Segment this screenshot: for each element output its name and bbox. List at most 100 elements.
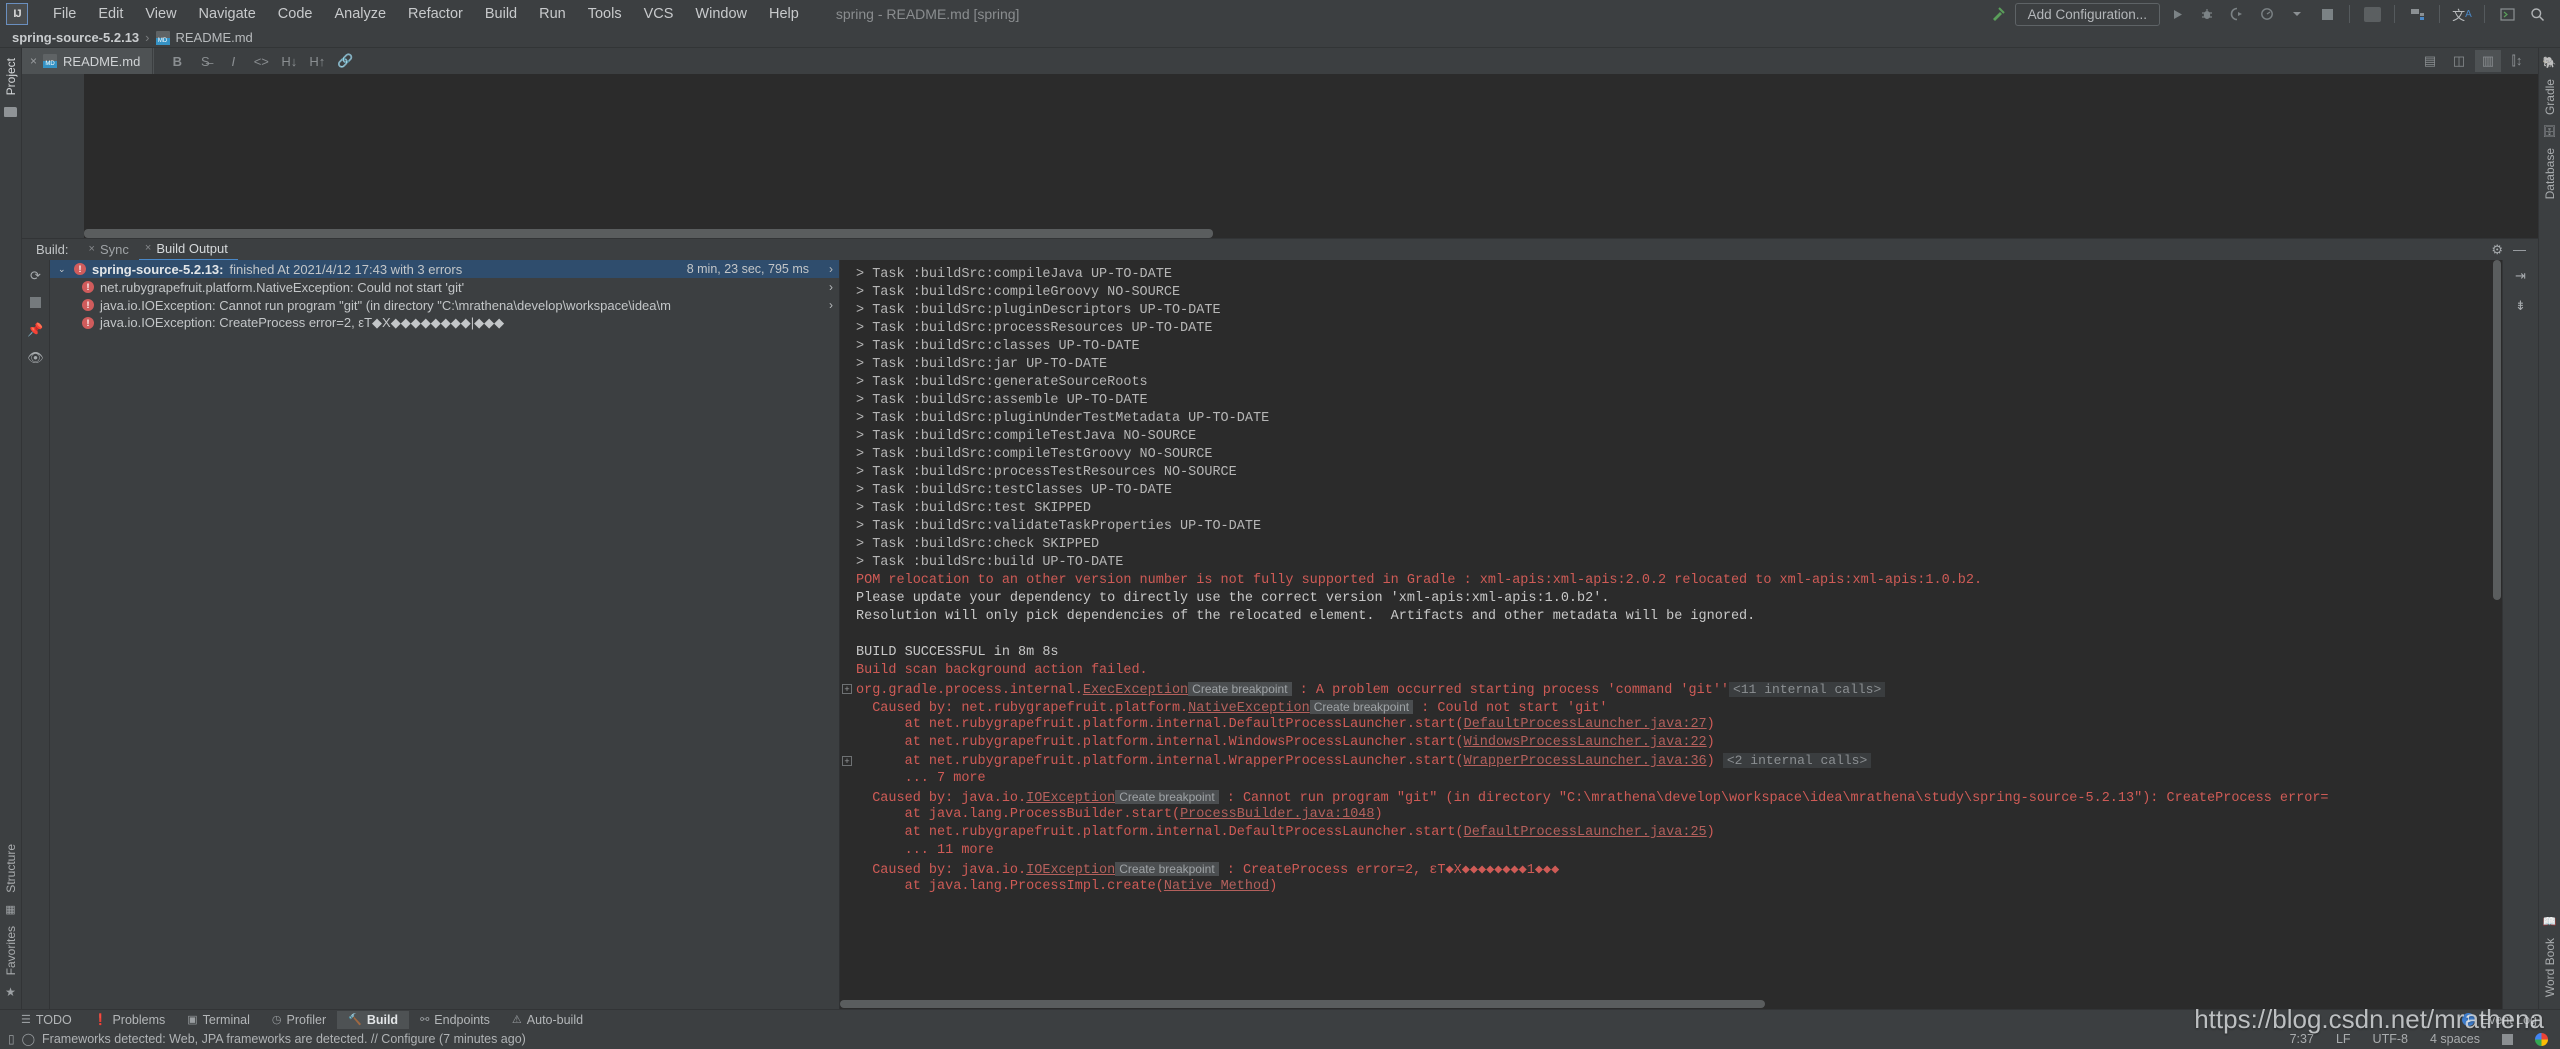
create-breakpoint-chip[interactable]: Create breakpoint <box>1115 862 1219 876</box>
console-vscrollbar-thumb[interactable] <box>2493 260 2501 600</box>
table-row[interactable]: ! java.io.IOException: Cannot run progra… <box>50 296 839 314</box>
internal-calls-chip[interactable]: <11 internal calls> <box>1729 682 1886 697</box>
stacktrace-link[interactable]: DefaultProcessLauncher.java:25 <box>1464 825 1707 840</box>
tool-button-event-log[interactable]: 1 Event Log <box>2451 1011 2548 1029</box>
gear-icon[interactable]: ⚙ <box>2491 243 2503 256</box>
project-structure-icon[interactable] <box>2404 2 2430 26</box>
bold-icon[interactable]: B <box>164 50 190 72</box>
tool-button-profiler[interactable]: ◷ Profiler <box>261 1011 337 1029</box>
tool-button-endpoints[interactable]: ⚯ Endpoints <box>409 1011 501 1029</box>
file-encoding[interactable]: UTF-8 <box>2373 1032 2408 1046</box>
menu-file[interactable]: File <box>42 4 87 24</box>
tool-button-problems[interactable]: ❗ Problems <box>83 1011 177 1029</box>
folder-icon[interactable] <box>4 107 17 118</box>
sidebar-item-favorites[interactable]: Favorites <box>2 920 20 981</box>
build-hammer-icon[interactable] <box>1985 2 2011 26</box>
stop-icon[interactable] <box>2314 2 2340 26</box>
sidebar-item-database[interactable]: Database <box>2541 142 2559 205</box>
menu-window[interactable]: Window <box>684 4 758 24</box>
fold-toggle-icon[interactable]: + <box>842 684 852 694</box>
editor-text-area[interactable] <box>84 74 2538 238</box>
stacktrace-link[interactable]: Native Method <box>1164 879 1269 894</box>
lock-icon[interactable] <box>2502 1033 2513 1045</box>
profiler-icon[interactable] <box>2254 2 2280 26</box>
chevron-down-icon[interactable] <box>2284 2 2310 26</box>
memory-icon[interactable]: ▯ <box>8 1032 15 1046</box>
fold-toggle-icon[interactable]: + <box>842 756 852 766</box>
add-configuration-button[interactable]: Add Configuration... <box>2014 2 2160 26</box>
google-icon[interactable] <box>2535 1032 2548 1046</box>
code-icon[interactable]: <> <box>248 50 274 72</box>
rerun-icon[interactable]: ⟳ <box>30 269 41 282</box>
menu-analyze[interactable]: Analyze <box>323 4 397 24</box>
stacktrace-link[interactable]: IOException <box>1026 863 1115 878</box>
line-separator[interactable]: LF <box>2336 1032 2351 1046</box>
build-output-console[interactable]: > Task :buildSrc:compileJava UP-TO-DATE >… <box>840 260 2502 1009</box>
table-row[interactable]: ⌄ ! spring-source-5.2.13: finished At 20… <box>50 260 839 278</box>
split-icon[interactable]: ⫿↕ <box>2504 50 2530 72</box>
soft-wrap-icon[interactable]: ⇥ <box>2515 268 2526 284</box>
stacktrace-link[interactable]: WrapperProcessLauncher.java:36 <box>1464 754 1707 769</box>
pin-icon[interactable]: 📌 <box>27 323 43 336</box>
menu-tools[interactable]: Tools <box>577 4 633 24</box>
editor-preview-icon[interactable]: ◫ <box>2446 50 2472 72</box>
close-icon[interactable]: × <box>89 243 95 255</box>
search-everywhere-icon[interactable] <box>2524 2 2550 26</box>
sidebar-item-structure[interactable]: Structure <box>2 838 20 899</box>
heading-down-icon[interactable]: H↓ <box>276 50 302 72</box>
table-row[interactable]: ! java.io.IOException: CreateProcess err… <box>50 314 839 332</box>
create-breakpoint-chip[interactable]: Create breakpoint <box>1309 700 1414 714</box>
indent-setting[interactable]: 4 spaces <box>2430 1032 2480 1046</box>
stacktrace-link[interactable]: DefaultProcessLauncher.java:27 <box>1464 717 1707 732</box>
stacktrace-link[interactable]: ProcessBuilder.java:1048 <box>1180 807 1374 822</box>
stacktrace-link[interactable]: WindowsProcessLauncher.java:22 <box>1464 735 1707 750</box>
menu-help[interactable]: Help <box>758 4 810 24</box>
tool-button-auto-build[interactable]: ⚠ Auto-build <box>501 1011 594 1029</box>
debug-icon[interactable] <box>2194 2 2220 26</box>
editor-tab-readme[interactable]: × README.md <box>22 48 154 74</box>
terminal-icon[interactable] <box>2494 2 2520 26</box>
menu-code[interactable]: Code <box>267 4 324 24</box>
minimize-icon[interactable]: — <box>2513 243 2526 256</box>
translate-icon[interactable]: 文A <box>2449 2 2475 26</box>
console-hscrollbar[interactable] <box>840 998 2491 1009</box>
console-vscrollbar[interactable] <box>2491 260 2502 1009</box>
caret-position[interactable]: 7:37 <box>2290 1032 2314 1046</box>
filter-icon[interactable]: 👁 <box>27 351 44 364</box>
stacktrace-link[interactable]: NativeException <box>1188 701 1310 716</box>
editor-only-icon[interactable]: ▤ <box>2417 50 2443 72</box>
close-icon[interactable]: × <box>30 54 37 68</box>
editor-hscrollbar[interactable] <box>84 229 2538 238</box>
stacktrace-link[interactable]: IOException <box>1026 791 1115 806</box>
tool-button-todo[interactable]: ☰ TODO <box>10 1011 83 1029</box>
editor-hscrollbar-thumb[interactable] <box>84 229 1213 238</box>
table-row[interactable]: ! net.rubygrapefruit.platform.NativeExce… <box>50 278 839 296</box>
chevron-right-icon[interactable]: › <box>829 298 833 312</box>
link-icon[interactable]: 🔗 <box>332 50 358 72</box>
menu-edit[interactable]: Edit <box>87 4 134 24</box>
tool-button-terminal[interactable]: ▣ Terminal <box>176 1011 261 1029</box>
sidebar-item-project[interactable]: Project <box>2 52 20 101</box>
strikethrough-icon[interactable]: S̶ <box>192 50 218 72</box>
tab-build-output[interactable]: × Build Output <box>138 239 238 261</box>
scroll-to-end-icon[interactable]: ⇟ <box>2515 298 2526 314</box>
sidebar-item-gradle[interactable]: Gradle <box>2541 73 2559 121</box>
menu-build[interactable]: Build <box>474 4 528 24</box>
chevron-right-icon[interactable]: › <box>829 280 833 294</box>
tool-button-build[interactable]: 🔨 Build <box>337 1010 410 1029</box>
stop-icon[interactable] <box>30 297 41 308</box>
status-message[interactable]: Frameworks detected: Web, JPA frameworks… <box>42 1032 526 1046</box>
run-with-coverage-icon[interactable] <box>2224 2 2250 26</box>
preview-only-icon[interactable]: ▥ <box>2475 50 2501 72</box>
chevron-down-icon[interactable]: ⌄ <box>58 264 68 275</box>
run-icon[interactable] <box>2164 2 2190 26</box>
italic-icon[interactable]: I <box>220 50 246 72</box>
menu-refactor[interactable]: Refactor <box>397 4 474 24</box>
menu-vcs[interactable]: VCS <box>633 4 685 24</box>
menu-view[interactable]: View <box>134 4 187 24</box>
heading-up-icon[interactable]: H↑ <box>304 50 330 72</box>
close-icon[interactable]: × <box>145 242 151 254</box>
create-breakpoint-chip[interactable]: Create breakpoint <box>1115 790 1219 804</box>
build-tree[interactable]: ⌄ ! spring-source-5.2.13: finished At 20… <box>50 260 840 1009</box>
sidebar-item-word-book[interactable]: Word Book <box>2541 932 2559 1003</box>
